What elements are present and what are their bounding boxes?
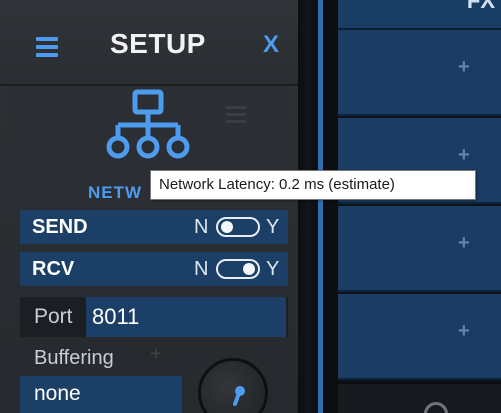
send-no-label: N <box>194 216 209 238</box>
fx-slot[interactable]: + <box>338 294 501 380</box>
add-plugin-icon: + <box>458 56 470 78</box>
network-label: NETW <box>88 183 143 202</box>
divider-gap <box>323 0 338 413</box>
port-label: Port <box>34 305 73 328</box>
send-row: SEND N Y <box>20 210 288 244</box>
network-hierarchy-icon <box>106 89 190 159</box>
rcv-toggle-knob <box>243 263 255 275</box>
send-toggle[interactable] <box>216 217 260 237</box>
close-button[interactable]: X <box>263 31 279 59</box>
inactive-menu-icon <box>226 106 246 127</box>
rcv-toggle[interactable] <box>216 259 260 279</box>
hamburger-menu-icon[interactable] <box>36 37 58 57</box>
buffering-label: Buffering <box>34 347 114 369</box>
send-label: SEND <box>32 216 88 238</box>
send-toggle-knob <box>221 221 233 233</box>
buffering-value: none <box>34 382 81 405</box>
add-plugin-icon: + <box>458 144 470 166</box>
knob-indicator-icon <box>233 386 245 406</box>
panel-divider <box>300 0 318 413</box>
fx-slot[interactable]: + <box>338 206 501 292</box>
add-plugin-icon: + <box>458 320 470 342</box>
add-plugin-icon: + <box>458 232 470 254</box>
channel-strip: FX + + + + <box>338 0 501 413</box>
rcv-no-label: N <box>194 258 209 280</box>
buffering-select[interactable]: none <box>20 376 182 413</box>
buffering-knob[interactable] <box>198 358 268 413</box>
network-latency-tooltip: Network Latency: 0.2 ms (estimate) <box>150 170 476 200</box>
send-yes-label: Y <box>266 216 280 238</box>
channel-strip-header: FX <box>338 0 501 30</box>
setup-header: SETUP X <box>0 0 298 86</box>
rcv-yes-label: Y <box>266 258 280 280</box>
rcv-row: RCV N Y <box>20 252 288 286</box>
channel-strip-header-text: FX <box>466 0 495 13</box>
port-row: Port <box>20 297 288 337</box>
footer-knob-icon[interactable] <box>424 402 448 413</box>
setup-title: SETUP <box>110 28 206 59</box>
buffering-add-icon[interactable]: + <box>150 343 162 366</box>
fx-slot[interactable]: + <box>338 30 501 116</box>
channel-strip-footer <box>338 382 501 413</box>
rcv-label: RCV <box>32 258 75 280</box>
setup-panel: SETUP X NETW SEND N Y RCV N Y Port 8011 … <box>0 0 300 413</box>
app-screen: SETUP X NETW SEND N Y RCV N Y Port 8011 … <box>0 0 501 413</box>
port-input[interactable] <box>86 297 286 337</box>
